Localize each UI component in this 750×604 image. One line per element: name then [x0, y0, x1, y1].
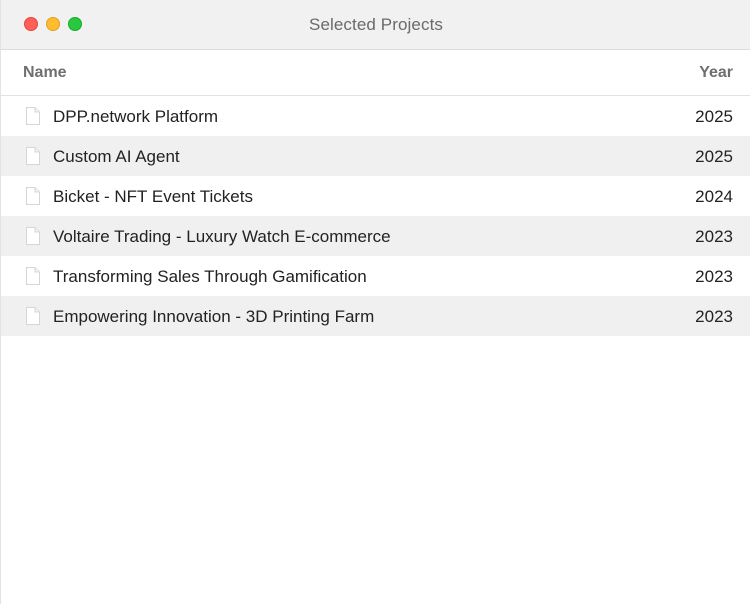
- project-year: 2025: [695, 107, 733, 126]
- table-row[interactable]: Transforming Sales Through Gamification …: [1, 256, 750, 296]
- file-icon: [26, 187, 40, 205]
- file-icon: [26, 107, 40, 125]
- project-name: Bicket - NFT Event Tickets: [53, 187, 253, 206]
- project-name: DPP.network Platform: [53, 107, 219, 126]
- file-icon: [26, 147, 40, 165]
- file-icon: [26, 227, 40, 245]
- project-year: 2023: [695, 227, 733, 246]
- finder-window: Selected Projects Name Year DPP.network …: [0, 0, 750, 604]
- window-title: Selected Projects: [309, 15, 443, 34]
- file-icon: [26, 307, 40, 325]
- project-name: Voltaire Trading - Luxury Watch E-commer…: [53, 227, 391, 246]
- table-header: Name Year: [1, 50, 750, 96]
- project-name: Custom AI Agent: [53, 147, 180, 166]
- column-header-name[interactable]: Name: [23, 64, 67, 82]
- project-year: 2024: [695, 187, 733, 206]
- project-list: DPP.network Platform 2025 Custom AI Agen…: [1, 96, 750, 336]
- file-icon: [26, 267, 40, 285]
- column-header-year[interactable]: Year: [699, 64, 733, 82]
- table-row[interactable]: Custom AI Agent 2025: [1, 136, 750, 176]
- table-row[interactable]: Bicket - NFT Event Tickets 2024: [1, 176, 750, 216]
- project-year: 2023: [695, 267, 733, 286]
- project-year: 2023: [695, 307, 733, 326]
- project-name: Empowering Innovation - 3D Printing Farm: [53, 307, 375, 326]
- table-row[interactable]: Empowering Innovation - 3D Printing Farm…: [1, 296, 750, 336]
- table-row[interactable]: DPP.network Platform 2025: [1, 96, 750, 136]
- project-year: 2025: [695, 147, 733, 166]
- table-row[interactable]: Voltaire Trading - Luxury Watch E-commer…: [1, 216, 750, 256]
- title-bar[interactable]: Selected Projects: [1, 0, 750, 50]
- project-name: Transforming Sales Through Gamification: [53, 267, 367, 286]
